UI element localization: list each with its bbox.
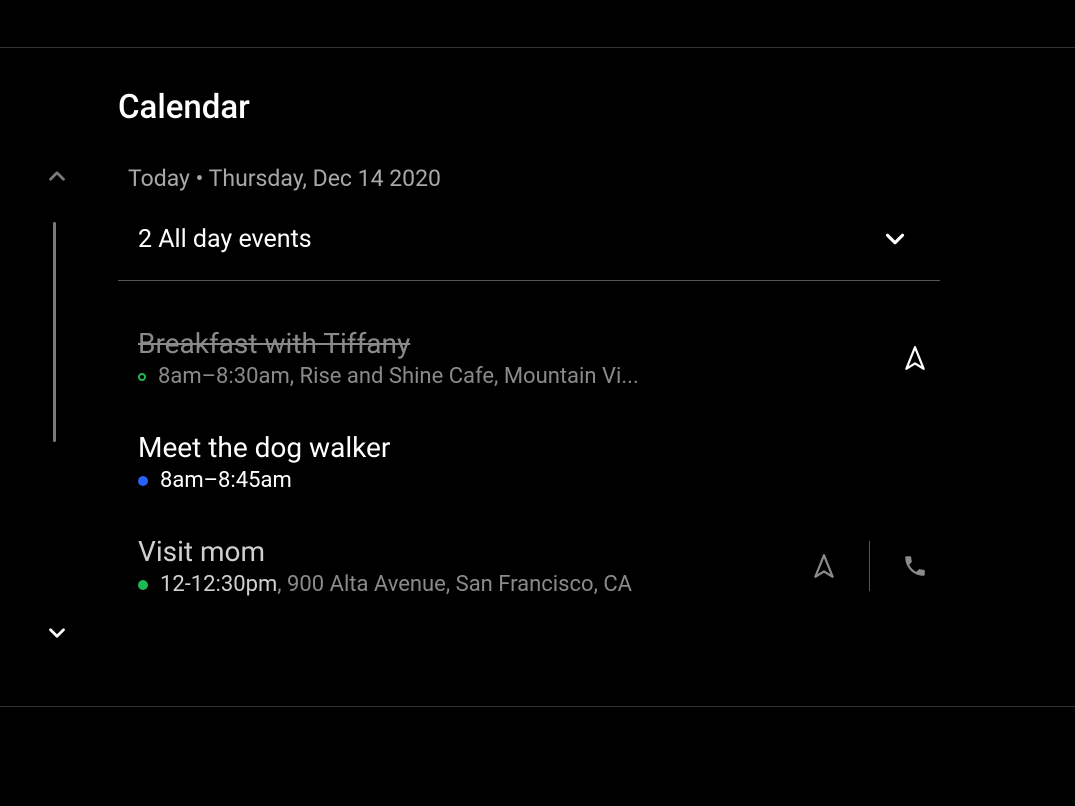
event-location: , Rise and Shine Cafe, Mountain Vi... — [290, 364, 639, 389]
event-meta: 12-12:30pm, 900 Alta Avenue, San Francis… — [138, 572, 799, 597]
navigate-button[interactable] — [890, 333, 940, 383]
navigation-icon — [902, 345, 928, 371]
all-day-label: 2 All day events — [138, 225, 312, 254]
call-button[interactable] — [890, 541, 940, 591]
event-item[interactable]: Meet the dog walker 8am–8:45am — [118, 431, 940, 493]
event-actions — [890, 333, 940, 383]
date-prefix: Today — [128, 165, 190, 192]
event-info: Visit mom 12-12:30pm, 900 Alta Avenue, S… — [138, 535, 799, 597]
event-actions — [799, 541, 940, 591]
scrollbar-track[interactable] — [53, 222, 56, 442]
event-item[interactable]: Visit mom 12-12:30pm, 900 Alta Avenue, S… — [118, 535, 940, 597]
status-dot-icon — [138, 373, 146, 381]
event-meta: 8am–8:30am, Rise and Shine Cafe, Mountai… — [138, 364, 890, 389]
scroll-down-button[interactable] — [44, 620, 70, 646]
event-info: Meet the dog walker 8am–8:45am — [138, 431, 940, 493]
event-time: 8am–8:45am — [160, 468, 292, 493]
scroll-up-button[interactable] — [44, 163, 70, 189]
date-separator: • — [190, 165, 209, 192]
events-list: Breakfast with Tiffany 8am–8:30am, Rise … — [118, 327, 975, 597]
event-info: Breakfast with Tiffany 8am–8:30am, Rise … — [138, 327, 890, 389]
event-title: Visit mom — [138, 535, 799, 568]
date-label: Today • Thursday, Dec 14 2020 — [128, 165, 975, 192]
phone-icon — [902, 553, 928, 579]
event-title: Breakfast with Tiffany — [138, 327, 890, 360]
chevron-down-icon — [880, 224, 910, 254]
event-title: Meet the dog walker — [138, 431, 940, 464]
chevron-up-icon — [44, 163, 70, 189]
event-item[interactable]: Breakfast with Tiffany 8am–8:30am, Rise … — [118, 327, 940, 389]
event-location: , 900 Alta Avenue, San Francisco, CA — [277, 572, 632, 597]
navigate-button[interactable] — [799, 541, 849, 591]
date-full: Thursday, Dec 14 2020 — [209, 165, 441, 192]
page-title: Calendar — [118, 88, 975, 127]
navigation-icon — [811, 553, 837, 579]
bottom-divider — [0, 706, 1075, 707]
event-meta: 8am–8:45am — [138, 468, 940, 493]
main-content: Calendar Today • Thursday, Dec 14 2020 2… — [118, 88, 975, 639]
status-dot-icon — [138, 476, 148, 486]
all-day-events-row[interactable]: 2 All day events — [118, 224, 940, 281]
event-time: 8am–8:30am — [158, 364, 290, 389]
action-divider — [869, 541, 870, 591]
event-time: 12-12:30pm — [160, 572, 277, 597]
top-divider — [0, 47, 1075, 48]
status-dot-icon — [138, 580, 148, 590]
